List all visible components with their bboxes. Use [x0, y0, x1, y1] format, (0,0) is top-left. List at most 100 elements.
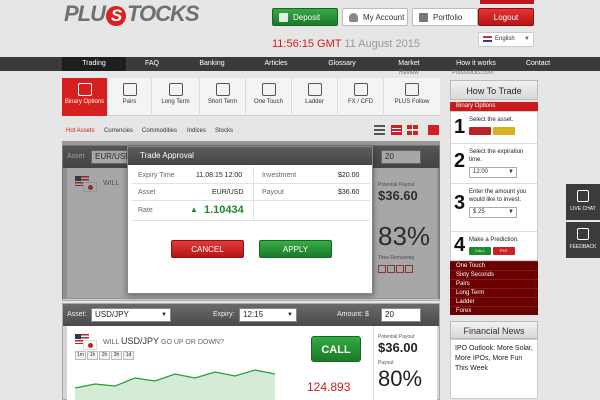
- payout-pct-label: Payout: [378, 360, 394, 366]
- range-button[interactable]: 3h: [111, 351, 122, 360]
- menu-forex[interactable]: Forex: [450, 306, 538, 315]
- logout-button[interactable]: Logout: [478, 8, 534, 26]
- tool-long-term[interactable]: Long Term: [152, 78, 200, 116]
- feedback-tab[interactable]: FEEDBACK: [566, 222, 600, 258]
- will-suffix: GO UP OR DOWN?: [161, 339, 224, 346]
- single-view-icon[interactable]: [428, 125, 439, 135]
- nav-review[interactable]: Review: [399, 70, 419, 76]
- direction-question: WILL USD/JPY GO UP OR DOWN?: [103, 336, 224, 346]
- panel2-toolbar: Asset: USD/JPY ▼ Expiry: 12:15 ▼ Amount: $…: [63, 304, 439, 326]
- panel2-info: Potential Payout $36.00 Payout 80%: [373, 326, 437, 400]
- tool-short-term[interactable]: Short Term: [200, 78, 246, 116]
- step-number: 1: [454, 116, 466, 138]
- deposit-button[interactable]: Deposit: [272, 8, 338, 26]
- call-button[interactable]: CALL: [311, 336, 361, 362]
- news-body: IPO Outlook: More Solar, More IPOs, More…: [450, 339, 538, 399]
- tool-one-touch[interactable]: One Touch: [246, 78, 292, 116]
- my-account-button[interactable]: My Account: [342, 8, 408, 26]
- expiry-select[interactable]: 12:00 ▼: [469, 167, 517, 178]
- menu-pairs[interactable]: Pairs: [450, 279, 538, 288]
- nav-market[interactable]: Market: [386, 57, 432, 71]
- investment-label: Investment: [262, 172, 297, 179]
- tab-indices[interactable]: Indices: [187, 128, 206, 134]
- gold-icon: [493, 127, 515, 135]
- ladder-icon: [307, 83, 322, 96]
- step-text: Select the expiration time.: [469, 149, 524, 163]
- grid-view-icon[interactable]: [407, 125, 418, 135]
- trade-panel-2: Asset: USD/JPY ▼ Expiry: 12:15 ▼ Amount: $…: [62, 303, 440, 400]
- news-headline[interactable]: IPO Outlook: More Solar, More IPOs, More…: [455, 345, 533, 372]
- range-button[interactable]: 1m: [75, 351, 86, 360]
- step-1: 1 Select the asset.: [451, 112, 537, 144]
- expiry-select[interactable]: 12:15 ▼: [239, 308, 297, 322]
- amount-input[interactable]: 20: [381, 308, 421, 322]
- tab-currencies[interactable]: Currencies: [104, 128, 133, 134]
- tool-plus-follow[interactable]: PLUS Follow: [384, 78, 440, 116]
- payout-label: Payout: [262, 189, 284, 196]
- calendar-icon: [168, 83, 183, 96]
- step-number: 3: [454, 192, 466, 214]
- nav-banking[interactable]: Banking: [186, 57, 238, 71]
- live-chat-tab[interactable]: LIVE CHAT: [566, 184, 600, 220]
- range-button[interactable]: 1h: [87, 351, 98, 360]
- amount-select[interactable]: $ 25 ▼: [469, 207, 517, 218]
- step-text: Make a Prediction.: [469, 237, 519, 243]
- logo[interactable]: PLU S TOCKS: [64, 1, 200, 27]
- tool-label: PLUS Follow: [394, 99, 430, 105]
- tool-fx-cfd[interactable]: FX / CFD: [338, 78, 384, 116]
- nav-contact[interactable]: Contact: [514, 57, 562, 71]
- balance-strip: [480, 0, 534, 4]
- tab-stocks[interactable]: Stocks: [215, 128, 233, 134]
- range-button[interactable]: 1d: [123, 351, 134, 360]
- trade-details: Expiry Time 11.08.15 12:00 Investment $2…: [132, 167, 370, 221]
- site-link[interactable]: Plusstocks.com: [452, 70, 494, 76]
- dialog-title: Trade Approval: [128, 147, 372, 165]
- menu-long-term[interactable]: Long Term: [450, 288, 538, 297]
- nav-articles[interactable]: Articles: [250, 57, 302, 71]
- nav-glossary[interactable]: Glossary: [316, 57, 368, 71]
- steps-list: 1 Select the asset. 2 Select the expirat…: [450, 111, 538, 261]
- feedback-icon: [577, 228, 589, 240]
- chevron-down-icon: ▼: [287, 312, 293, 318]
- chevron-down-icon: ▼: [508, 169, 514, 175]
- apply-button[interactable]: APPLY: [259, 240, 332, 258]
- asset-select[interactable]: USD/JPY ▼: [91, 308, 171, 322]
- logo-mark: S: [106, 6, 126, 26]
- tab-hot-assets[interactable]: Hot Assets: [66, 128, 95, 134]
- menu-sixty-seconds[interactable]: Sixty Seconds: [450, 270, 538, 279]
- tool-binary-options[interactable]: Binary Options: [62, 78, 108, 116]
- clock-time: 11:56:15 GMT: [272, 38, 342, 50]
- list-view-icon[interactable]: [374, 125, 385, 135]
- language-select[interactable]: English ▼: [478, 32, 534, 47]
- menu-ladder[interactable]: Ladder: [450, 297, 538, 306]
- nav-trading[interactable]: Trading: [62, 57, 126, 71]
- tool-pairs[interactable]: Pairs: [108, 78, 152, 116]
- mini-call-button[interactable]: CALL: [469, 247, 491, 255]
- range-button[interactable]: 2h: [99, 351, 110, 360]
- live-chat-label: LIVE CHAT: [570, 206, 596, 212]
- portfolio-button[interactable]: Portfolio: [412, 8, 478, 26]
- will-prefix: WILL: [103, 339, 120, 346]
- detail-row: Asset EUR/USD Payout $36.60: [132, 184, 370, 201]
- tool-ladder[interactable]: Ladder: [292, 78, 338, 116]
- nav-how-it-works[interactable]: How it works: [446, 57, 506, 71]
- divider: [253, 167, 254, 184]
- menu-one-touch[interactable]: One Touch: [450, 261, 538, 270]
- expiry-time-value: 11.08.15 12:00: [196, 172, 243, 179]
- deposit-icon: [279, 13, 288, 22]
- briefcase-icon: [419, 13, 428, 22]
- rate-value: 1.10434: [204, 204, 244, 216]
- cancel-button[interactable]: CANCEL: [171, 240, 244, 258]
- price-chart[interactable]: [75, 366, 275, 400]
- expiry-time-label: Expiry Time: [138, 172, 175, 179]
- fx-icon: [353, 83, 368, 96]
- tool-label: Pairs: [122, 99, 137, 105]
- panel2-body: WILL USD/JPY GO UP OR DOWN? 1m 1h 2h 3h 1d C…: [67, 326, 437, 400]
- table-view-icon[interactable]: [391, 125, 402, 135]
- tab-commodities[interactable]: Commodities: [142, 128, 177, 134]
- nav-faq[interactable]: FAQ: [130, 57, 174, 71]
- tool-label: Binary Options: [64, 99, 105, 105]
- mini-put-button[interactable]: PUT: [493, 247, 515, 255]
- binary-options-heading[interactable]: Binary Options: [450, 102, 538, 111]
- divider: [253, 184, 254, 201]
